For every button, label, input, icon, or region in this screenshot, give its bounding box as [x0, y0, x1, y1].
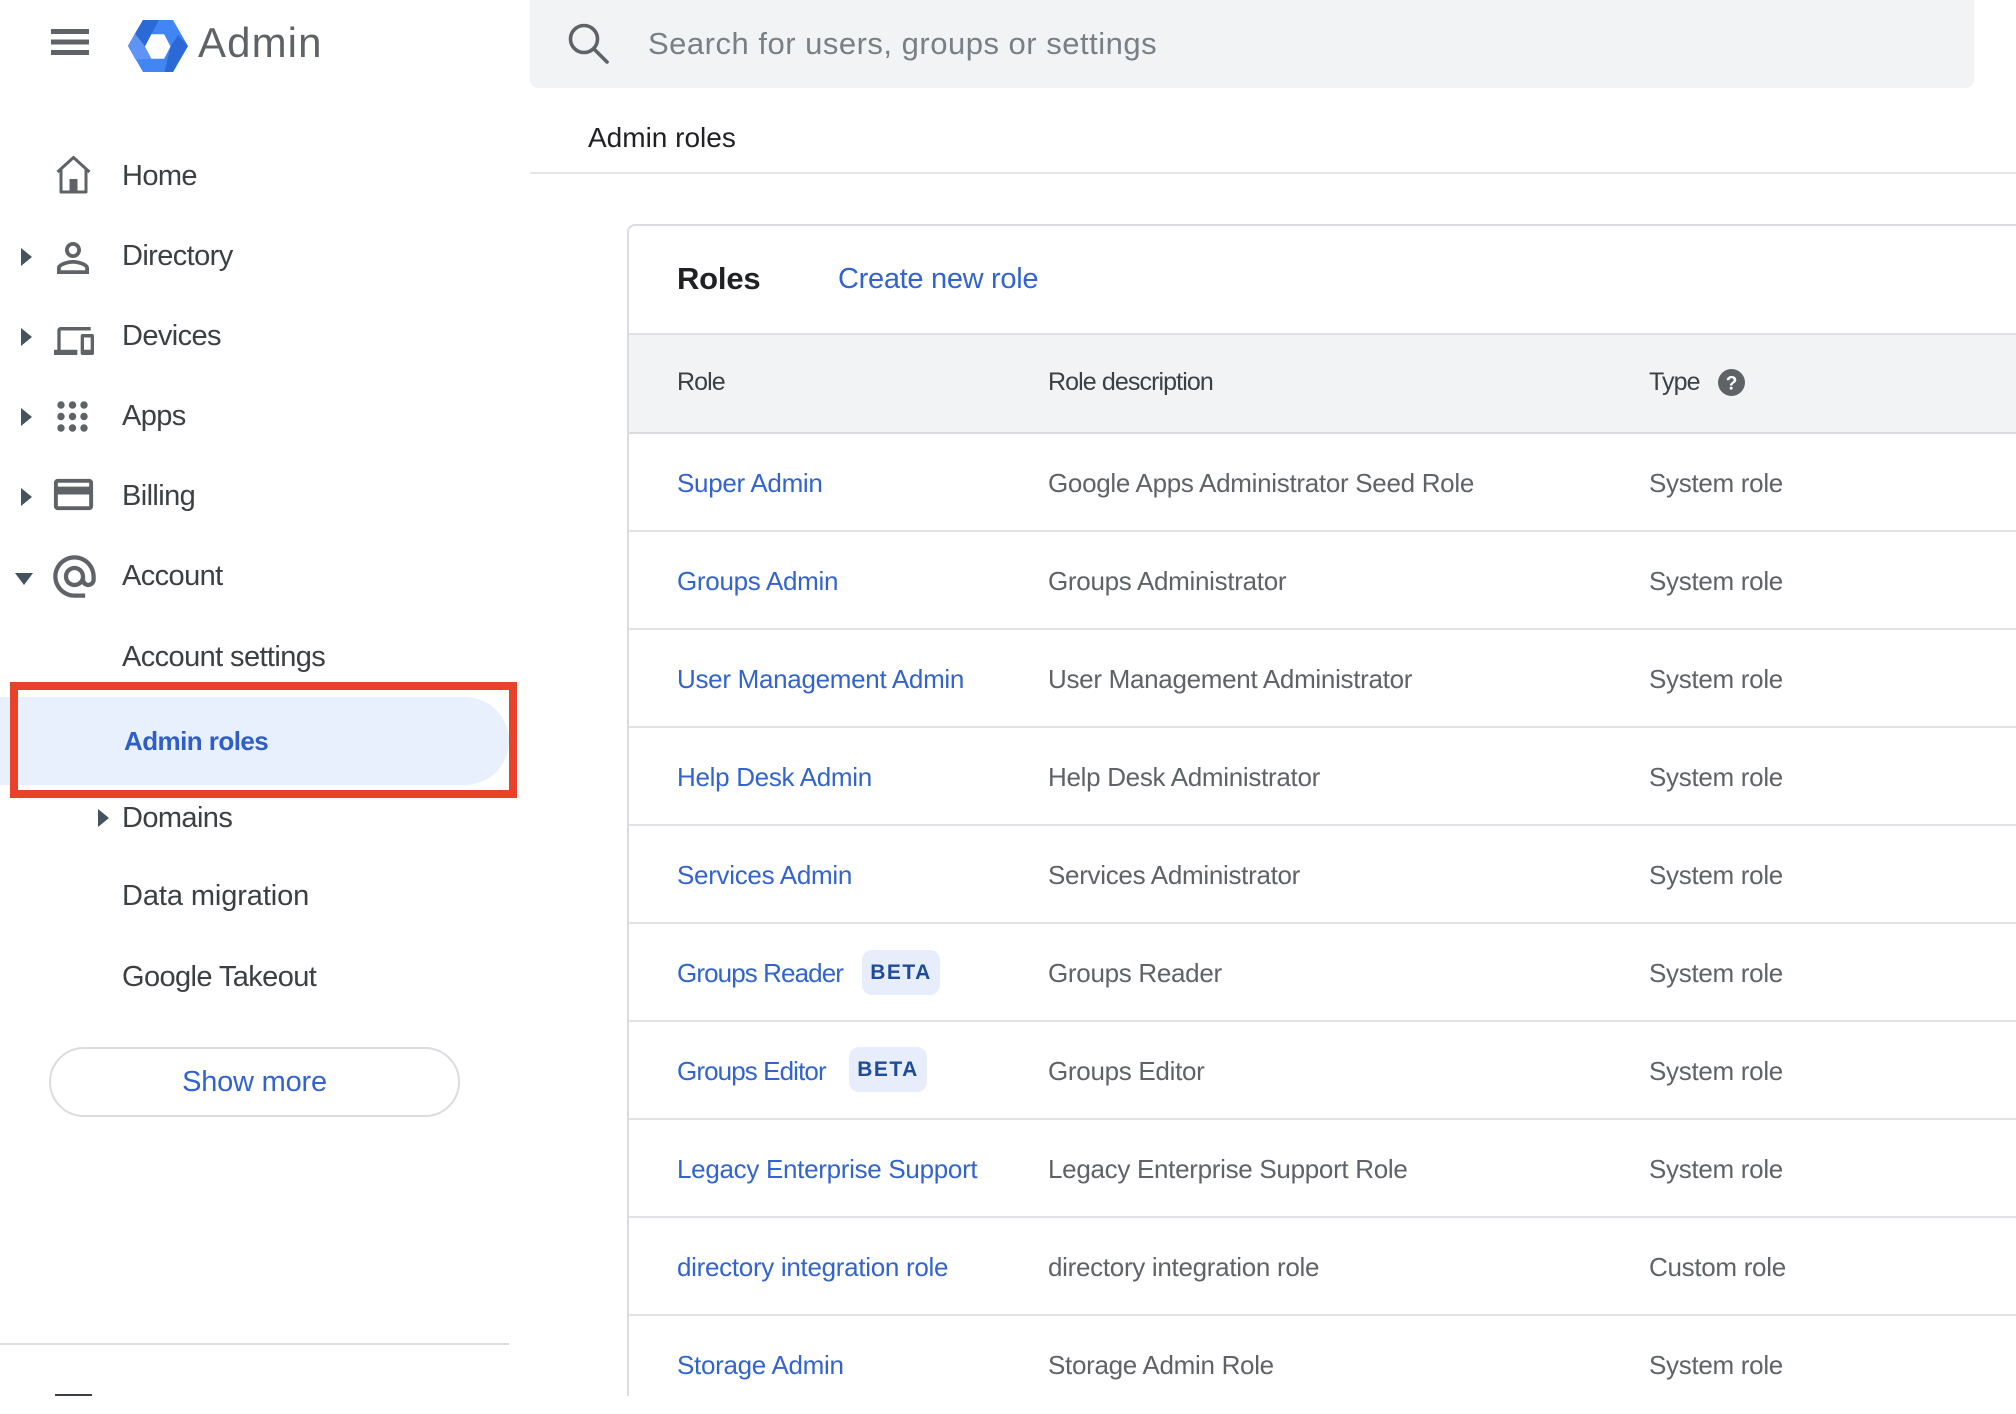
svg-text:?: ? — [1726, 374, 1738, 395]
